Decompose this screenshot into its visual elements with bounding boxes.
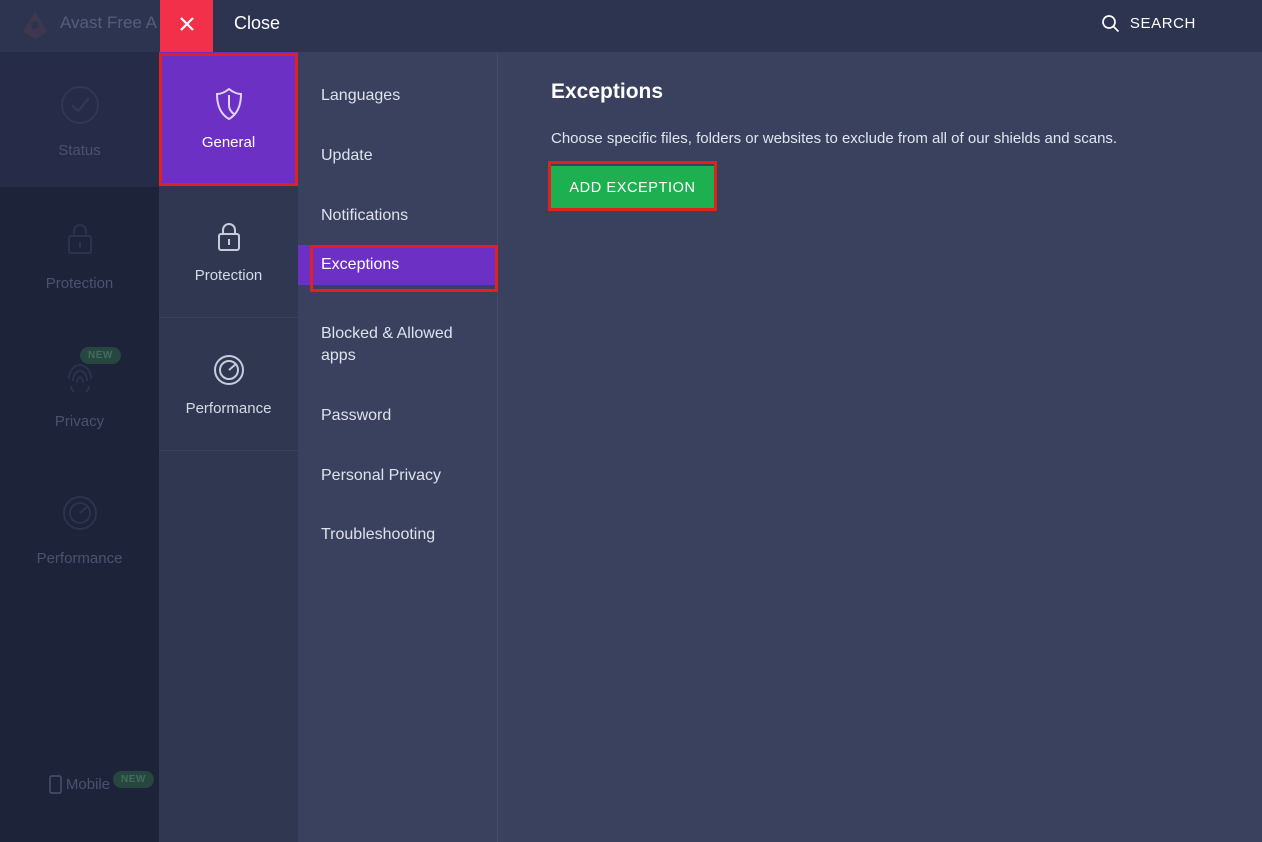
search-icon (1101, 14, 1120, 33)
submenu-item-notifications[interactable]: Notifications (298, 196, 497, 236)
submenu-label-blocked-allowed-apps: Blocked & Allowed apps (321, 325, 453, 364)
nav-item-performance[interactable]: Performance (0, 490, 159, 567)
close-window-button[interactable] (160, 0, 213, 52)
submenu-item-update[interactable]: Update (298, 136, 497, 176)
submenu-label-languages: Languages (321, 87, 400, 104)
fingerprint-icon (57, 353, 103, 399)
submenu-label-update: Update (321, 147, 373, 164)
app-title: Avast Free A (60, 13, 157, 33)
submenu-item-blocked-allowed-apps[interactable]: Blocked & Allowed apps (298, 314, 458, 376)
nav-label-privacy: Privacy (55, 413, 104, 430)
settings-submenu-column: Languages Update Notifications Exception… (298, 52, 497, 842)
speedometer-icon (57, 490, 103, 536)
shield-icon (211, 86, 247, 122)
search-label: SEARCH (1130, 15, 1196, 32)
submenu-item-languages[interactable]: Languages (298, 76, 497, 116)
nav-item-privacy[interactable]: NEW Privacy (0, 353, 159, 430)
submenu-label-exceptions: Exceptions (321, 256, 399, 273)
lock-icon (211, 219, 247, 255)
mobile-phone-icon (49, 775, 62, 794)
submenu-label-personal-privacy: Personal Privacy (321, 467, 441, 484)
settings-category-general-label: General (202, 134, 255, 151)
close-label[interactable]: Close (234, 13, 280, 34)
nav-label-performance: Performance (37, 550, 123, 567)
submenu-item-password[interactable]: Password (298, 396, 497, 436)
nav-label-mobile: Mobile (66, 776, 110, 793)
add-exception-button[interactable]: ADD EXCEPTION (551, 166, 714, 210)
submenu-item-exceptions[interactable]: Exceptions (298, 245, 497, 285)
submenu-label-troubleshooting: Troubleshooting (321, 526, 435, 543)
page-title: Exceptions (551, 80, 663, 104)
new-badge-mobile: NEW (113, 771, 154, 788)
submenu-item-troubleshooting[interactable]: Troubleshooting (298, 515, 497, 555)
settings-content-pane: Exceptions Choose specific files, folder… (497, 52, 1262, 842)
submenu-label-notifications: Notifications (321, 207, 408, 224)
search-button[interactable]: SEARCH (1101, 14, 1196, 33)
settings-modal: General Protection Performance Languages… (159, 52, 1262, 842)
page-description: Choose specific files, folders or websit… (551, 130, 1117, 147)
avast-logo-icon (18, 8, 52, 42)
settings-category-performance[interactable]: Performance (159, 318, 298, 451)
title-bar: Avast Free A Close SEARCH (0, 0, 1262, 52)
submenu-item-personal-privacy[interactable]: Personal Privacy (298, 456, 497, 496)
lock-icon (57, 215, 103, 261)
main-nav-rail: Status Protection NEW Privacy Performanc… (0, 0, 159, 842)
settings-category-protection-label: Protection (195, 267, 263, 284)
nav-item-mobile[interactable]: NEW Mobile (0, 775, 159, 798)
nav-label-status: Status (58, 142, 101, 159)
check-circle-icon (57, 82, 103, 128)
settings-category-column: General Protection Performance (159, 52, 298, 842)
submenu-label-password: Password (321, 407, 391, 424)
avast-antivirus-window: Status Protection NEW Privacy Performanc… (0, 0, 1262, 842)
settings-category-protection[interactable]: Protection (159, 185, 298, 318)
settings-category-general[interactable]: General (159, 52, 298, 185)
speedometer-icon (211, 352, 247, 388)
settings-category-performance-label: Performance (186, 400, 272, 417)
nav-item-protection[interactable]: Protection (0, 215, 159, 292)
close-x-icon (178, 15, 196, 38)
nav-label-protection: Protection (46, 275, 114, 292)
nav-item-status[interactable]: Status (0, 52, 159, 187)
